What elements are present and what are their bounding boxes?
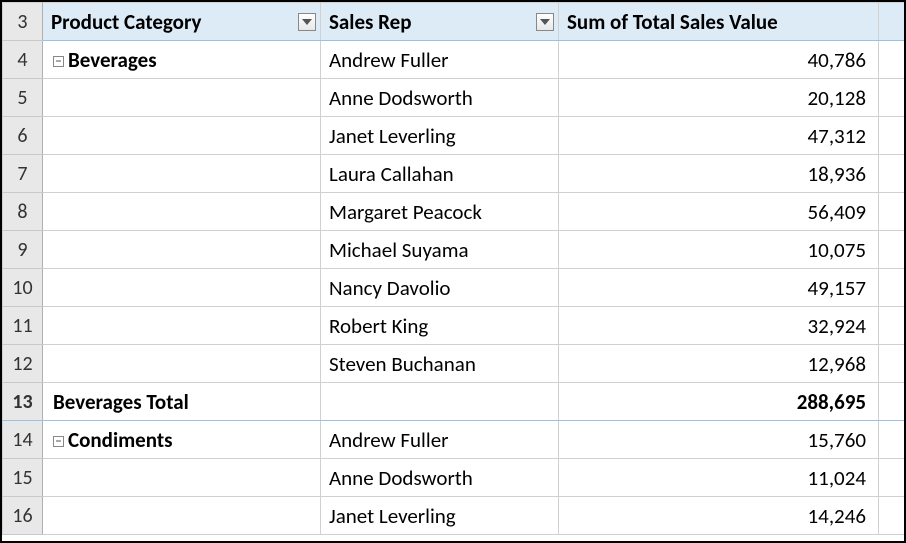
empty-cell[interactable]	[879, 345, 906, 383]
pivot-table: 3 Product Category Sales Rep Sum of Tota…	[2, 2, 906, 535]
col-header-product-category[interactable]: Product Category	[43, 3, 321, 41]
empty-cell[interactable]	[879, 231, 906, 269]
empty-cell[interactable]	[879, 497, 906, 535]
empty-cell[interactable]	[879, 79, 906, 117]
subtotal-label[interactable]: Beverages Total	[43, 383, 321, 421]
filter-button[interactable]	[536, 13, 554, 31]
col-header-label: Product Category	[51, 9, 201, 35]
category-cell[interactable]	[43, 269, 321, 307]
row-number[interactable]: 6	[3, 117, 43, 155]
collapse-icon[interactable]	[53, 436, 64, 447]
row-number[interactable]: 9	[3, 231, 43, 269]
row-number[interactable]: 15	[3, 459, 43, 497]
value-cell[interactable]: 12,968	[559, 345, 879, 383]
value-cell[interactable]: 15,760	[559, 421, 879, 459]
sales-rep-cell[interactable]	[321, 383, 559, 421]
empty-cell[interactable]	[879, 41, 906, 79]
value-cell[interactable]: 18,936	[559, 155, 879, 193]
value-cell[interactable]: 14,246	[559, 497, 879, 535]
table-row: 14 Condiments Andrew Fuller15,760	[3, 421, 906, 459]
spreadsheet-view: 3 Product Category Sales Rep Sum of Tota…	[0, 0, 906, 543]
sales-rep-cell[interactable]: Laura Callahan	[321, 155, 559, 193]
row-number[interactable]: 7	[3, 155, 43, 193]
sales-rep-cell[interactable]: Andrew Fuller	[321, 41, 559, 79]
sales-rep-cell[interactable]: Michael Suyama	[321, 231, 559, 269]
sales-rep-cell[interactable]: Janet Leverling	[321, 117, 559, 155]
sales-rep-cell[interactable]: Margaret Peacock	[321, 193, 559, 231]
row-number[interactable]: 16	[3, 497, 43, 535]
table-row: 7 Laura Callahan18,936	[3, 155, 906, 193]
empty-cell[interactable]	[879, 193, 906, 231]
sales-rep-cell[interactable]: Anne Dodsworth	[321, 459, 559, 497]
sales-rep-cell[interactable]: Anne Dodsworth	[321, 79, 559, 117]
row-number[interactable]: 13	[3, 383, 43, 421]
sales-rep-cell[interactable]: Nancy Davolio	[321, 269, 559, 307]
table-row: 11 Robert King32,924	[3, 307, 906, 345]
chevron-down-icon	[302, 19, 312, 25]
sales-rep-cell[interactable]: Steven Buchanan	[321, 345, 559, 383]
empty-cell[interactable]	[879, 307, 906, 345]
category-label: Beverages	[68, 47, 157, 73]
category-cell[interactable]	[43, 345, 321, 383]
collapse-icon[interactable]	[53, 56, 64, 67]
category-cell[interactable]	[43, 79, 321, 117]
row-number[interactable]: 10	[3, 269, 43, 307]
subtotal-row: 13Beverages Total 288,695	[3, 383, 906, 421]
sales-rep-cell[interactable]: Robert King	[321, 307, 559, 345]
col-header-label: Sales Rep	[329, 9, 412, 35]
value-cell[interactable]: 11,024	[559, 459, 879, 497]
col-header-label: Sum of Total Sales Value	[567, 9, 778, 35]
table-row: 5 Anne Dodsworth20,128	[3, 79, 906, 117]
value-cell[interactable]: 56,409	[559, 193, 879, 231]
table-row: 15 Anne Dodsworth11,024	[3, 459, 906, 497]
table-row: 6 Janet Leverling47,312	[3, 117, 906, 155]
table-row: 16 Janet Leverling14,246	[3, 497, 906, 535]
table-row: 9 Michael Suyama10,075	[3, 231, 906, 269]
category-cell[interactable]: Condiments	[43, 421, 321, 459]
empty-cell[interactable]	[879, 383, 906, 421]
table-row: 10 Nancy Davolio49,157	[3, 269, 906, 307]
sales-rep-cell[interactable]: Andrew Fuller	[321, 421, 559, 459]
row-number[interactable]: 11	[3, 307, 43, 345]
value-cell[interactable]: 32,924	[559, 307, 879, 345]
col-header-sum-total[interactable]: Sum of Total Sales Value	[559, 3, 879, 41]
col-header-empty	[879, 3, 906, 41]
col-header-sales-rep[interactable]: Sales Rep	[321, 3, 559, 41]
value-cell[interactable]: 40,786	[559, 41, 879, 79]
category-cell[interactable]: Beverages	[43, 41, 321, 79]
category-cell[interactable]	[43, 307, 321, 345]
sales-rep-cell[interactable]: Janet Leverling	[321, 497, 559, 535]
value-cell[interactable]: 10,075	[559, 231, 879, 269]
empty-cell[interactable]	[879, 459, 906, 497]
empty-cell[interactable]	[879, 155, 906, 193]
category-cell[interactable]	[43, 459, 321, 497]
table-row: 8 Margaret Peacock56,409	[3, 193, 906, 231]
chevron-down-icon	[540, 19, 550, 25]
row-number[interactable]: 4	[3, 41, 43, 79]
row-number[interactable]: 12	[3, 345, 43, 383]
empty-cell[interactable]	[879, 269, 906, 307]
category-label: Condiments	[68, 427, 173, 453]
value-cell[interactable]: 20,128	[559, 79, 879, 117]
value-cell[interactable]: 47,312	[559, 117, 879, 155]
table-row: 12 Steven Buchanan12,968	[3, 345, 906, 383]
header-row: 3 Product Category Sales Rep Sum of Tota…	[3, 3, 906, 41]
row-number[interactable]: 14	[3, 421, 43, 459]
row-number[interactable]: 8	[3, 193, 43, 231]
category-cell[interactable]	[43, 155, 321, 193]
value-cell[interactable]: 49,157	[559, 269, 879, 307]
category-cell[interactable]	[43, 497, 321, 535]
subtotal-value[interactable]: 288,695	[559, 383, 879, 421]
table-row: 4 Beverages Andrew Fuller40,786	[3, 41, 906, 79]
row-number[interactable]: 5	[3, 79, 43, 117]
empty-cell[interactable]	[879, 117, 906, 155]
category-cell[interactable]	[43, 231, 321, 269]
filter-button[interactable]	[298, 13, 316, 31]
category-cell[interactable]	[43, 117, 321, 155]
empty-cell[interactable]	[879, 421, 906, 459]
category-cell[interactable]	[43, 193, 321, 231]
row-number[interactable]: 3	[3, 3, 43, 41]
